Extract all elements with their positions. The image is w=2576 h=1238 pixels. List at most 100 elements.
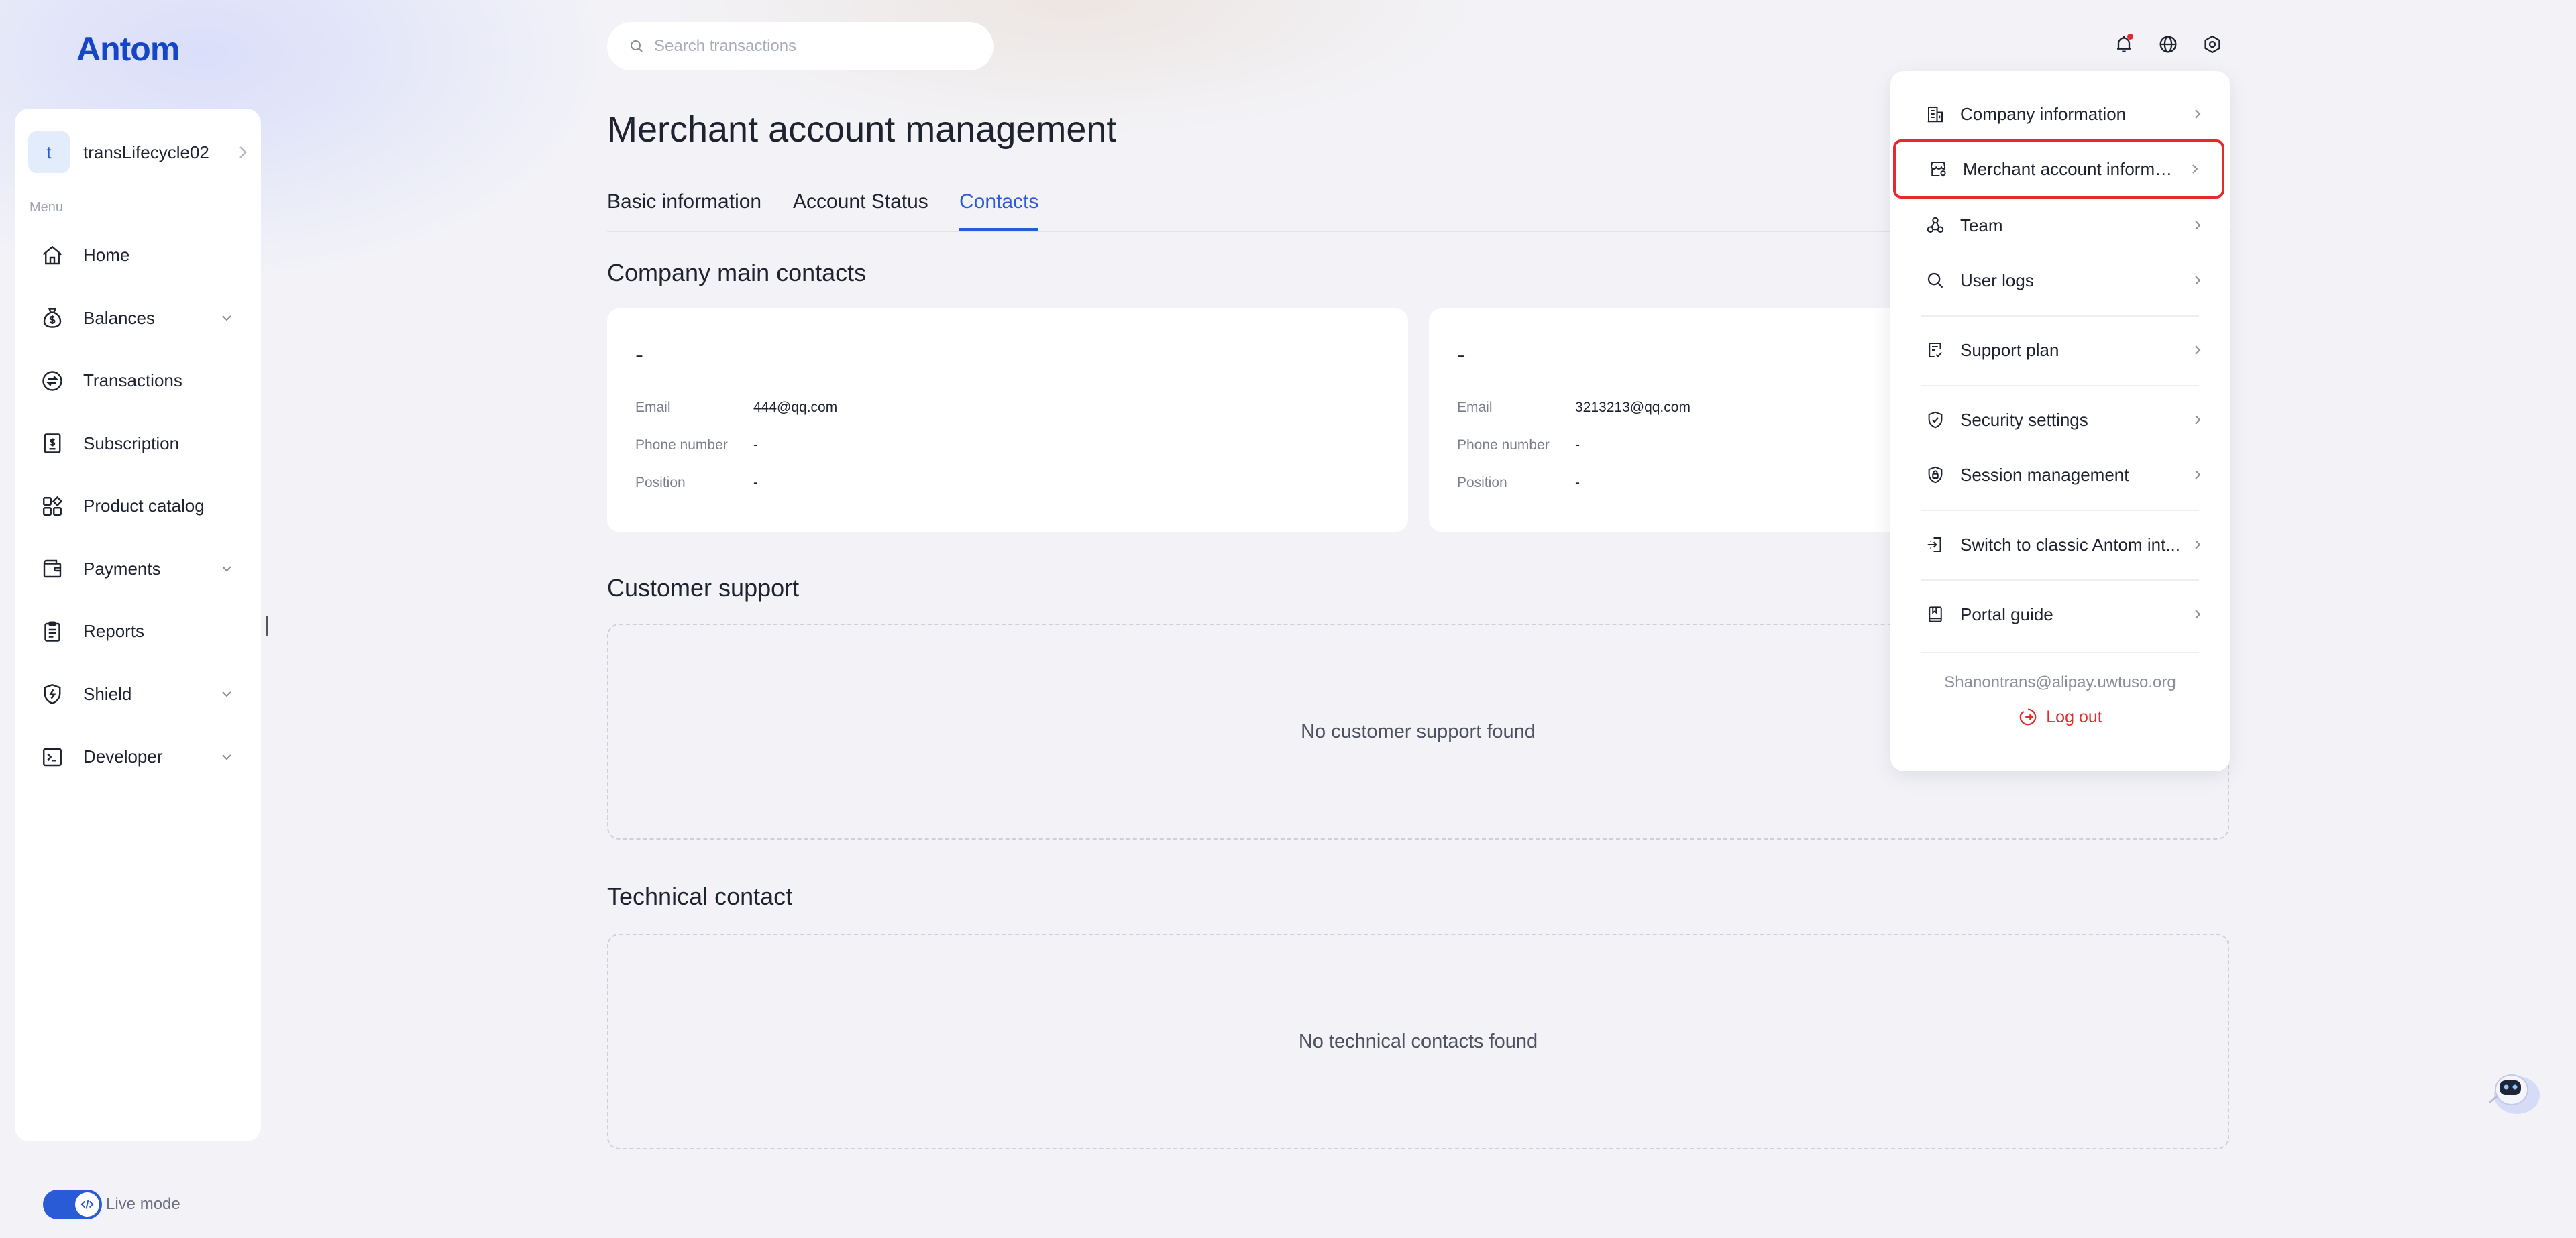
tab-contacts[interactable]: Contacts [959, 190, 1039, 231]
chevron-down-icon [222, 566, 231, 572]
switch-icon [1924, 533, 1947, 556]
sidebar-item-label: Product catalog [83, 496, 205, 516]
language-button[interactable] [2155, 31, 2182, 58]
sidebar-item-balances[interactable]: Balances [15, 287, 261, 350]
menu-item-user-logs[interactable]: User logs [1893, 251, 2224, 310]
search-icon [1924, 269, 1947, 292]
menu-item-security-settings[interactable]: Security settings [1893, 390, 2224, 449]
menu-item-switch-classic[interactable]: Switch to classic Antom int... [1893, 515, 2224, 574]
menu-item-support-plan[interactable]: Support plan [1893, 321, 2224, 380]
chevron-right-icon [2195, 221, 2201, 230]
sidebar-item-product-catalog[interactable]: Product catalog [15, 475, 261, 538]
menu-item-company-information[interactable]: Company information [1893, 85, 2224, 144]
gear-icon [2204, 35, 2220, 54]
menu-divider [1921, 385, 2199, 386]
phone-label: Phone number [1457, 437, 1550, 453]
technical-contact-empty: No technical contacts found [607, 934, 2229, 1149]
sidebar-item-label: Subscription [83, 433, 180, 453]
search-bar[interactable] [607, 22, 994, 70]
antom-logo[interactable]: Antom [76, 30, 180, 68]
exchange-icon [39, 368, 66, 394]
settings-dropdown: Company information Merchant account inf… [1890, 71, 2230, 771]
menu-divider [1921, 579, 2199, 581]
position-value: - [1575, 475, 1580, 490]
technical-contact-heading: Technical contact [607, 883, 793, 910]
menu-item-label: Session management [1960, 464, 2129, 485]
search-input[interactable] [654, 37, 963, 56]
notifications-button[interactable] [2110, 31, 2137, 58]
sidebar-item-home[interactable]: Home [15, 224, 261, 287]
sidebar-item-transactions[interactable]: Transactions [15, 349, 261, 412]
team-icon [1924, 214, 1947, 237]
logout-button[interactable]: Log out [1890, 707, 2230, 727]
menu-item-label: Security settings [1960, 409, 2088, 430]
menu-divider [1921, 510, 2199, 511]
phone-value: - [1575, 437, 1580, 453]
settings-button[interactable] [2199, 31, 2226, 58]
sidebar-item-payments[interactable]: Payments [15, 538, 261, 601]
chevron-right-icon [2192, 164, 2198, 174]
store-icon [1927, 158, 1949, 180]
email-value: 3213213@qq.com [1575, 400, 1690, 415]
chevron-right-icon [239, 146, 247, 158]
assistant-bot-button[interactable] [2477, 1063, 2544, 1119]
menu-item-session-management[interactable]: Session management [1893, 445, 2224, 504]
shield-icon [39, 681, 66, 708]
position-label: Position [1457, 475, 1507, 490]
live-mode-label: Live mode [106, 1195, 180, 1213]
menu-item-label: Company information [1960, 103, 2127, 124]
sidebar-item-subscription[interactable]: Subscription [15, 412, 261, 475]
lock-shield-icon [1924, 463, 1947, 486]
menu-item-merchant-account-information[interactable]: Merchant account informa... [1893, 139, 2224, 199]
live-mode-toggle-group: Live mode [43, 1190, 180, 1219]
notification-badge [2127, 34, 2133, 40]
menu-item-label: Support plan [1960, 339, 2059, 360]
sidebar: t transLifecycle02 Menu Home Balances Tr… [15, 109, 261, 1141]
sidebar-item-label: Reports [83, 621, 145, 642]
contact-position-row: Position - [635, 464, 1380, 502]
chevron-right-icon [2195, 470, 2201, 480]
email-label: Email [635, 400, 671, 415]
tab-basic-information[interactable]: Basic information [607, 190, 761, 228]
menu-item-team[interactable]: Team [1893, 196, 2224, 255]
document-icon [1924, 339, 1947, 361]
logout-label: Log out [2046, 707, 2102, 726]
receipt-icon [39, 430, 66, 457]
phone-value: - [753, 437, 758, 453]
building-icon [1924, 103, 1947, 125]
company-contacts-heading: Company main contacts [607, 259, 867, 286]
menu-divider [1921, 315, 2199, 317]
sidebar-item-reports[interactable]: Reports [15, 600, 261, 663]
avatar: t [28, 131, 70, 173]
account-switcher[interactable]: t transLifecycle02 [28, 131, 248, 173]
chevron-right-icon [2195, 540, 2201, 549]
sidebar-resize-handle[interactable] [266, 616, 268, 636]
chevron-right-icon [2195, 276, 2201, 285]
menu-item-portal-guide[interactable]: Portal guide [1893, 585, 2224, 644]
contact-phone-row: Phone number - [635, 427, 1380, 464]
customer-support-heading: Customer support [607, 574, 800, 602]
sidebar-item-label: Home [83, 245, 130, 266]
tab-account-status[interactable]: Account Status [793, 190, 928, 228]
sidebar-item-developer[interactable]: Developer [15, 726, 261, 789]
account-name: transLifecycle02 [83, 142, 209, 162]
clipboard-icon [39, 618, 66, 645]
sidebar-item-shield[interactable]: Shield [15, 663, 261, 726]
chevron-right-icon [2195, 415, 2201, 425]
grid-icon [39, 493, 66, 520]
logout-icon [2019, 708, 2037, 726]
chevron-right-icon [2195, 109, 2201, 119]
sidebar-item-label: Payments [83, 558, 161, 579]
live-mode-toggle[interactable] [43, 1190, 102, 1219]
position-value: - [753, 475, 758, 490]
code-icon [75, 1192, 99, 1217]
chevron-right-icon [2195, 345, 2201, 355]
terminal-icon [39, 744, 66, 771]
page-title: Merchant account management [607, 109, 1117, 150]
position-label: Position [635, 475, 686, 490]
email-label: Email [1457, 400, 1493, 415]
search-icon [631, 40, 643, 52]
sidebar-item-label: Shield [83, 683, 132, 704]
menu-item-label: User logs [1960, 270, 2034, 290]
globe-icon [2159, 36, 2177, 53]
